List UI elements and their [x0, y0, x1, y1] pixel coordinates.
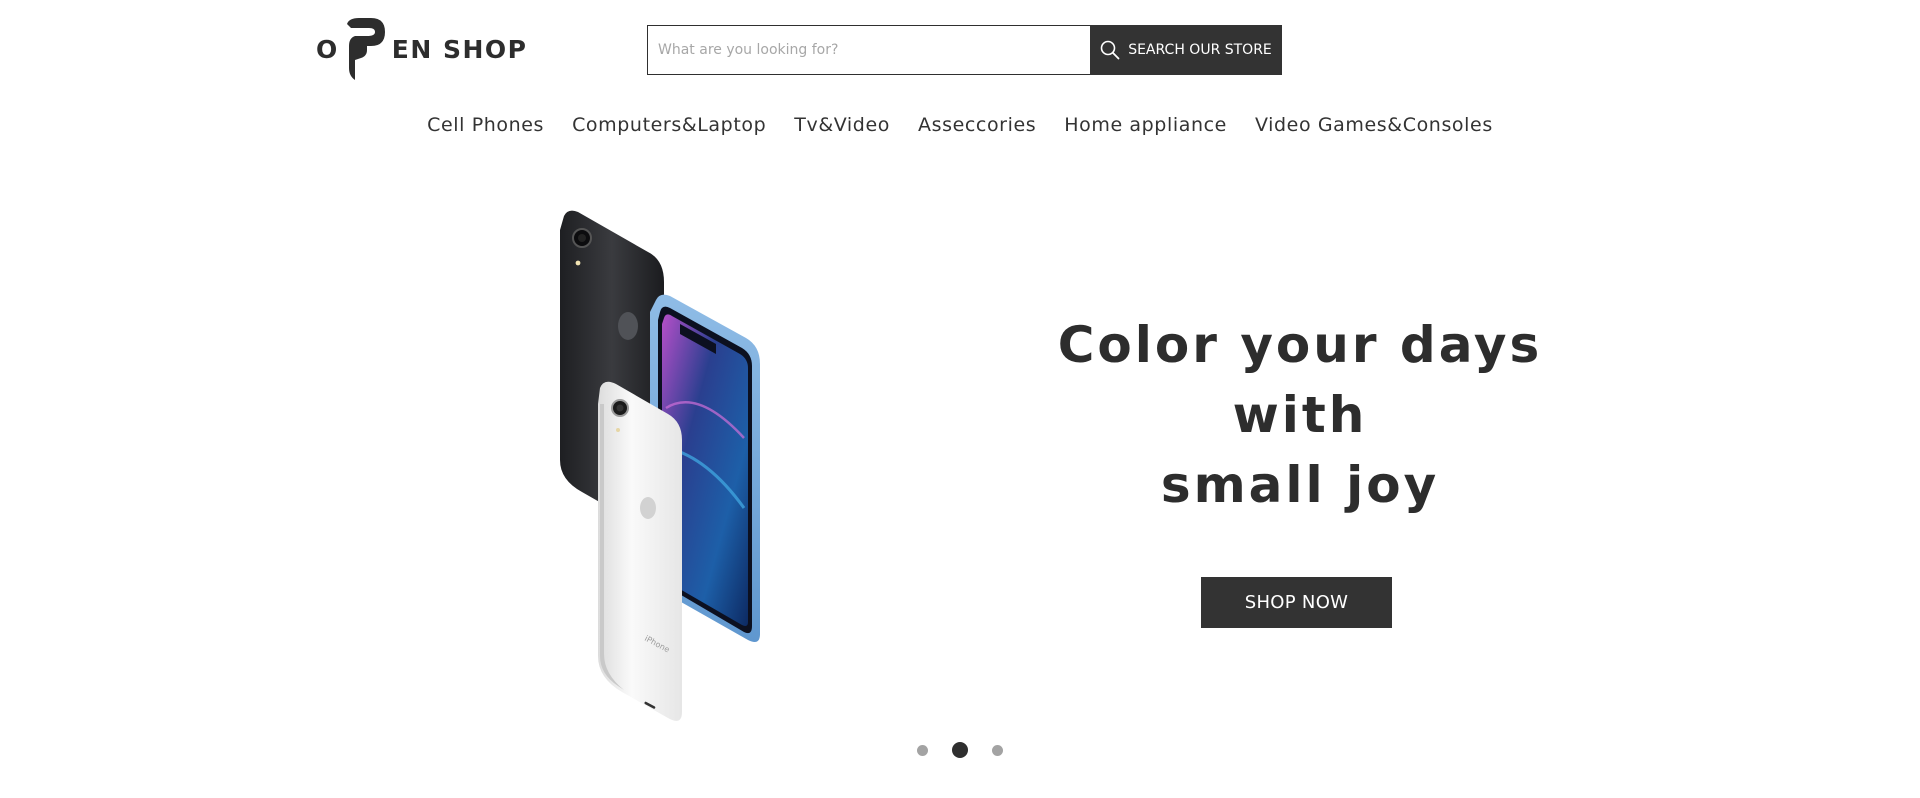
hero-copy: Color your days with small joy: [1000, 310, 1600, 520]
nav-item-home-appliance[interactable]: Home appliance: [1050, 108, 1241, 142]
logo-text-right: EN SHOP: [391, 34, 528, 64]
nav-item-accessories[interactable]: Asseccories: [904, 108, 1050, 142]
logo-text-left: O: [316, 34, 339, 64]
main-nav: Cell Phones Computers&Laptop Tv&Video As…: [0, 108, 1920, 142]
nav-item-computers-laptop[interactable]: Computers&Laptop: [558, 108, 780, 142]
slider-dot-2[interactable]: [952, 742, 968, 758]
nav-item-video-games-consoles[interactable]: Video Games&Consoles: [1241, 108, 1507, 142]
slider-dots: [0, 742, 1920, 758]
search-bar: SEARCH OUR STORE: [647, 25, 1282, 75]
logo[interactable]: O EN SHOP: [316, 16, 527, 82]
logo-mark-icon: [346, 18, 385, 80]
search-button-label: SEARCH OUR STORE: [1128, 42, 1272, 58]
nav-item-cell-phones[interactable]: Cell Phones: [413, 108, 558, 142]
slider-dot-1[interactable]: [917, 744, 928, 756]
nav-item-tv-video[interactable]: Tv&Video: [780, 108, 904, 142]
search-button[interactable]: SEARCH OUR STORE: [1090, 25, 1282, 75]
hero-heading: Color your days with small joy: [1000, 310, 1600, 520]
search-input[interactable]: [647, 25, 1090, 75]
search-icon: [1100, 40, 1120, 60]
hero-heading-line-2: small joy: [1160, 456, 1440, 514]
phones-image: iPhone: [560, 210, 760, 721]
shop-now-button[interactable]: SHOP NOW: [1201, 577, 1392, 628]
hero-heading-line-1: Color your days with: [1057, 316, 1543, 444]
slider-dot-3[interactable]: [992, 744, 1003, 756]
